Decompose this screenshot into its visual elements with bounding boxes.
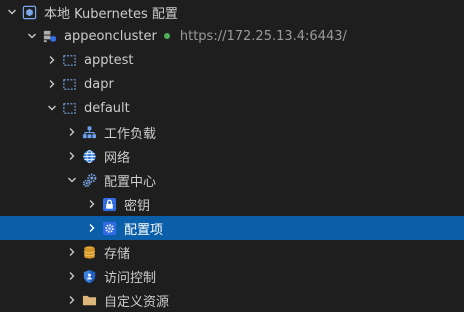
chevron-right-icon[interactable]: [64, 144, 80, 168]
globe-icon: [80, 144, 98, 168]
chevron-right-icon[interactable]: [44, 72, 60, 96]
tree-item-namespace-apptest[interactable]: apptest: [0, 48, 464, 72]
cluster-name: appeoncluster: [64, 28, 157, 44]
folder-icon: [80, 288, 98, 312]
tree-item-cluster[interactable]: appeoncluster https://172.25.13.4:6443/: [0, 24, 464, 48]
tree-item-storage[interactable]: 存储: [0, 240, 464, 264]
shield-icon: [80, 264, 98, 288]
chevron-right-icon[interactable]: [64, 120, 80, 144]
chevron-right-icon[interactable]: [84, 192, 100, 216]
chevron-right-icon[interactable]: [64, 264, 80, 288]
tree-item-config-center[interactable]: 配置中心: [0, 168, 464, 192]
workloads-icon: [80, 120, 98, 144]
tree-item-config-items[interactable]: 配置项: [0, 216, 464, 240]
root-label: 本地 Kubernetes 配置: [44, 6, 178, 22]
cluster-url: https://172.25.13.4:6443/: [179, 28, 347, 44]
workloads-label: 工作负载: [104, 126, 157, 142]
tree-item-workloads[interactable]: 工作负载: [0, 120, 464, 144]
namespace-icon: [60, 96, 78, 120]
chevron-right-icon[interactable]: [64, 288, 80, 312]
lock-icon: [100, 192, 118, 216]
tree-item-namespace-default[interactable]: default: [0, 96, 464, 120]
tree-item-namespace-dapr[interactable]: dapr: [0, 72, 464, 96]
gears-icon: [80, 168, 98, 192]
cluster-status-indicator: [163, 33, 170, 39]
chevron-down-icon[interactable]: [4, 0, 20, 24]
tree-item-custom-resources[interactable]: 自定义资源: [0, 288, 464, 312]
namespace-label: default: [84, 100, 130, 116]
configmap-icon: [100, 216, 118, 240]
namespace-icon: [60, 48, 78, 72]
kubernetes-tree-view: 本地 Kubernetes 配置 appeoncluster https://1…: [0, 0, 464, 310]
tree-item-access-control[interactable]: 访问控制: [0, 264, 464, 288]
chevron-right-icon[interactable]: [84, 216, 100, 240]
kubernetes-config-icon: [20, 0, 38, 24]
namespace-icon: [60, 72, 78, 96]
database-icon: [80, 240, 98, 264]
tree-item-network[interactable]: 网络: [0, 144, 464, 168]
chevron-down-icon[interactable]: [44, 96, 60, 120]
config-center-label: 配置中心: [104, 174, 157, 190]
secrets-label: 密钥: [124, 198, 151, 214]
cluster-icon: [40, 24, 58, 48]
tree-item-secrets[interactable]: 密钥: [0, 192, 464, 216]
namespace-label: apptest: [84, 52, 134, 68]
chevron-down-icon[interactable]: [64, 168, 80, 192]
namespace-label: dapr: [84, 76, 114, 92]
network-label: 网络: [104, 150, 131, 166]
custom-resources-label: 自定义资源: [104, 294, 170, 310]
tree-root-local-kubernetes[interactable]: 本地 Kubernetes 配置: [0, 0, 464, 24]
config-items-label: 配置项: [124, 222, 164, 238]
chevron-down-icon[interactable]: [24, 24, 40, 48]
storage-label: 存储: [104, 246, 131, 262]
chevron-right-icon[interactable]: [64, 240, 80, 264]
access-control-label: 访问控制: [104, 270, 157, 286]
chevron-right-icon[interactable]: [44, 48, 60, 72]
